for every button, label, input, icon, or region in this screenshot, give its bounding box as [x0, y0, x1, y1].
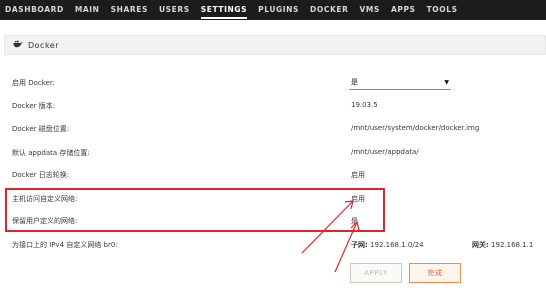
- annotation-arrows: [301, 200, 360, 273]
- arrow-to-preserve-networks: [334, 221, 358, 273]
- arrow-to-host-access: [301, 200, 354, 254]
